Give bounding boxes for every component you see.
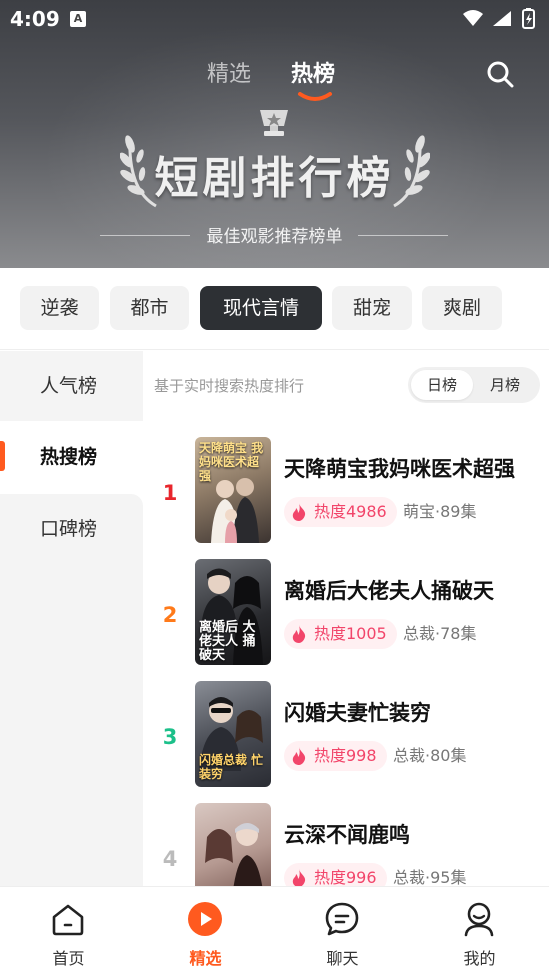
rank-number: 2 xyxy=(162,603,178,627)
cover-title-text: 闪婚总裁 忙装穷 xyxy=(199,753,264,781)
hero-banner: 4:09 A 精选 热榜 短剧排行榜 最佳观影推荐榜单 xyxy=(0,0,549,268)
heat-value: 热度1005 xyxy=(314,624,387,643)
chip-modern-romance[interactable]: 现代言情 xyxy=(200,286,322,330)
heat-badge: 热度4986 xyxy=(284,497,397,527)
rank-number: 4 xyxy=(162,847,178,871)
drama-meta: 总裁·78集 xyxy=(403,624,477,643)
nav-chat[interactable]: 聊天 xyxy=(274,887,411,977)
flame-icon xyxy=(292,503,306,521)
heat-value: 热度996 xyxy=(314,868,377,886)
drama-meta: 萌宝·89集 xyxy=(403,502,477,521)
heat-value: 热度998 xyxy=(314,746,377,765)
drama-cover[interactable]: 闪婚总裁 忙装穷 xyxy=(195,681,271,787)
home-icon xyxy=(52,904,84,936)
rank-number: 1 xyxy=(162,481,178,505)
drama-title[interactable]: 天降萌宝我妈咪医术超强 xyxy=(284,453,515,483)
drama-meta: 总裁·80集 xyxy=(393,746,467,765)
nav-home-label: 首页 xyxy=(52,949,85,968)
notification-a-icon: A xyxy=(70,11,86,27)
nav-chat-label: 聊天 xyxy=(326,949,359,968)
flame-icon xyxy=(292,869,306,886)
flame-icon xyxy=(292,747,306,765)
nav-home[interactable]: 首页 xyxy=(0,887,137,977)
list-hint: 基于实时搜索热度排行 xyxy=(154,377,305,395)
drama-meta: 总裁·95集 xyxy=(393,868,467,886)
nav-profile-label: 我的 xyxy=(463,949,496,968)
chip-tianchong[interactable]: 甜宠 xyxy=(332,286,412,330)
side-active-indicator xyxy=(0,441,5,471)
profile-icon xyxy=(464,902,494,937)
drama-cover[interactable] xyxy=(195,803,271,886)
side-item-popular[interactable]: 人气榜 xyxy=(0,351,143,421)
trophy-icon xyxy=(260,110,288,136)
bottom-nav: 首页 精选 聊天 我的 xyxy=(0,886,549,977)
active-tab-indicator xyxy=(298,92,332,101)
chip-dushi[interactable]: 都市 xyxy=(110,286,189,330)
chat-icon xyxy=(325,902,359,936)
heat-badge: 热度996 xyxy=(284,863,387,886)
drama-cover[interactable]: 离婚后 大佬夫人 捅破天 xyxy=(195,559,271,665)
status-bar: 4:09 A xyxy=(0,0,549,38)
drama-row[interactable]: 4 云深不闻鹿鸣 热度996 总裁·95集 xyxy=(143,803,549,886)
ranking-list: 基于实时搜索热度排行 日榜 月榜 1 天降萌宝 我妈咪医术超强 天降萌宝我妈咪医… xyxy=(143,351,549,886)
category-chips: 逆袭 都市 现代言情 甜宠 爽剧 xyxy=(0,268,549,350)
hero-subtitle-row: 最佳观影推荐榜单 xyxy=(0,222,549,248)
status-time: 4:09 xyxy=(10,7,60,31)
cover-title-text: 离婚后 大佬夫人 捅破天 xyxy=(199,620,256,663)
side-item-hot-search[interactable]: 热搜榜 xyxy=(0,421,143,494)
top-tabs: 精选 热榜 xyxy=(0,56,549,101)
rank-number: 3 xyxy=(162,725,178,749)
cover-title-text: 天降萌宝 我妈咪医术超强 xyxy=(199,441,264,483)
chip-shuangju[interactable]: 爽剧 xyxy=(422,286,502,330)
side-nav: 人气榜 热搜榜 口碑榜 xyxy=(0,351,143,886)
drama-row[interactable]: 2 离婚后 大佬夫人 捅破天 离婚后大佬夫人捅破天 热度1005 总裁·78集 xyxy=(143,559,549,681)
drama-title[interactable]: 离婚后大佬夫人捅破天 xyxy=(284,575,494,605)
system-status-icons xyxy=(463,8,535,29)
period-toggle: 日榜 月榜 xyxy=(408,367,540,403)
search-icon[interactable] xyxy=(484,58,516,90)
toggle-monthly[interactable]: 月榜 xyxy=(474,370,536,400)
heat-value: 热度4986 xyxy=(314,502,387,521)
nav-featured-label: 精选 xyxy=(189,949,222,968)
hero-subtitle: 最佳观影推荐榜单 xyxy=(206,227,343,247)
drama-title[interactable]: 云深不闻鹿鸣 xyxy=(284,819,410,849)
play-icon xyxy=(188,902,222,936)
cover-art xyxy=(205,823,263,886)
hero-title: 短剧排行榜 xyxy=(154,153,395,204)
chip-nixi[interactable]: 逆袭 xyxy=(20,286,99,330)
drama-cover[interactable]: 天降萌宝 我妈咪医术超强 xyxy=(195,437,271,543)
toggle-daily[interactable]: 日榜 xyxy=(411,370,473,400)
tab-hot-list[interactable]: 热榜 xyxy=(291,56,335,88)
drama-row[interactable]: 3 闪婚总裁 忙装穷 闪婚夫妻忙装穷 热度998 总裁·80集 xyxy=(143,681,549,803)
heat-badge: 热度1005 xyxy=(284,619,397,649)
flame-icon xyxy=(292,625,306,643)
heat-badge: 热度998 xyxy=(284,741,387,771)
nav-featured[interactable]: 精选 xyxy=(137,887,274,977)
divider xyxy=(358,235,448,236)
tab-featured[interactable]: 精选 xyxy=(207,56,251,88)
nav-profile[interactable]: 我的 xyxy=(411,887,548,977)
drama-title[interactable]: 闪婚夫妻忙装穷 xyxy=(284,697,431,727)
drama-row[interactable]: 1 天降萌宝 我妈咪医术超强 天降萌宝我妈咪医术超强 热度4986 萌宝·89集 xyxy=(143,437,549,559)
side-item-reputation[interactable]: 口碑榜 xyxy=(0,494,143,564)
